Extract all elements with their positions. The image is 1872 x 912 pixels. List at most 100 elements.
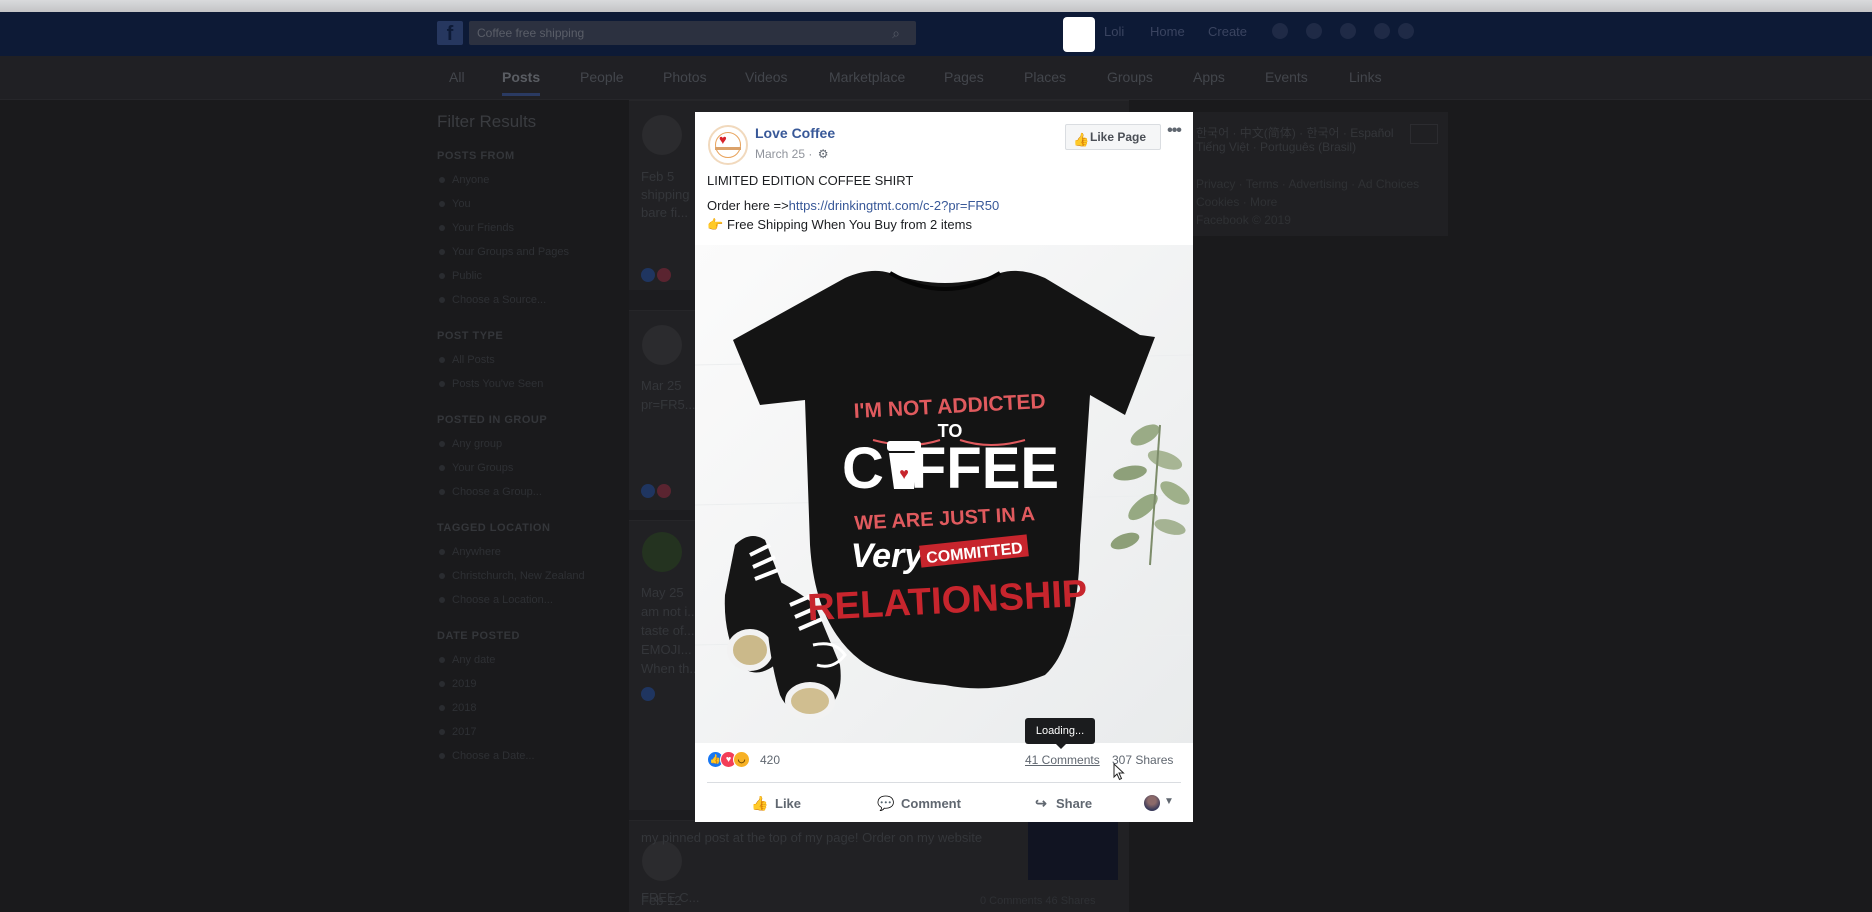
filter-option[interactable]: Any group xyxy=(437,434,627,458)
more-options-icon[interactable]: ••• xyxy=(1163,121,1185,141)
result-footer: 0 Comments 46 Shares xyxy=(980,895,1096,907)
post-text-body: Free Shipping When You Buy from 2 items xyxy=(727,217,972,232)
like-label: Like xyxy=(775,796,802,811)
tab-marketplace[interactable]: Marketplace xyxy=(829,69,905,85)
result-text: When th... xyxy=(641,661,701,676)
messenger-icon[interactable] xyxy=(1306,23,1322,39)
avatar[interactable]: ♥ xyxy=(708,125,748,165)
avatar xyxy=(642,532,682,572)
divider xyxy=(707,782,1181,783)
filter-group-posts-from: POSTS FROM Anyone You Your Friends Your … xyxy=(437,150,627,314)
thumbs-up-icon: 👍 xyxy=(1073,132,1090,147)
result-date: May 25 xyxy=(641,585,684,600)
filter-option[interactable]: Your Friends xyxy=(437,218,627,242)
loading-tooltip: Loading... xyxy=(1025,718,1095,749)
thumbs-up-icon: 👍 xyxy=(751,795,769,811)
tab-links[interactable]: Links xyxy=(1349,69,1382,85)
comments-count-link[interactable]: 41 Comments xyxy=(1025,753,1100,767)
search-icon[interactable]: ⌕ xyxy=(876,21,916,45)
filter-option[interactable]: You xyxy=(437,194,627,218)
avatar xyxy=(1144,795,1160,811)
like-button[interactable]: 👍 Like xyxy=(751,791,801,815)
tab-events[interactable]: Events xyxy=(1265,69,1308,85)
post-date[interactable]: March 25 · xyxy=(755,147,812,161)
filter-option[interactable]: Choose a Group... xyxy=(437,482,627,506)
video-thumbnail[interactable] xyxy=(1028,822,1118,880)
filter-option[interactable]: Your Groups and Pages xyxy=(437,242,627,266)
filter-option[interactable]: 2018 xyxy=(437,698,627,722)
avatar xyxy=(642,325,682,365)
reaction-as-selector[interactable]: ▼ xyxy=(1144,795,1178,811)
shirt-text-line3b: FFEE xyxy=(911,436,1059,501)
footer-link-line[interactable]: Cookies · More xyxy=(1196,193,1419,211)
browser-chrome-strip xyxy=(0,0,1872,12)
pointing-hand-icon: 👉 xyxy=(707,217,724,232)
page-name-link[interactable]: Love Coffee xyxy=(755,125,835,141)
tab-all[interactable]: All xyxy=(449,69,465,85)
like-page-button[interactable]: 👍 Like Page xyxy=(1065,124,1161,150)
result-text: taste of... xyxy=(641,623,695,638)
filter-option[interactable]: Choose a Location... xyxy=(437,590,627,614)
filter-option[interactable]: Public xyxy=(437,266,627,290)
shirt-text-line5: Very xyxy=(851,537,926,575)
filter-group-posted-in-group: POSTED IN GROUP Any group Your Groups Ch… xyxy=(437,414,627,506)
comment-button[interactable]: 💬 Comment xyxy=(877,791,961,815)
post-link[interactable]: https://drinkingtmt.com/c-2?pr=FR50 xyxy=(789,198,1000,213)
nav-create-link[interactable]: Create xyxy=(1208,24,1247,39)
share-label: Share xyxy=(1056,796,1093,811)
tab-places[interactable]: Places xyxy=(1024,69,1066,85)
result-reactions xyxy=(641,484,689,498)
friend-requests-icon[interactable] xyxy=(1272,23,1288,39)
reaction-count: 420 xyxy=(760,753,781,767)
account-menu-icon[interactable] xyxy=(1398,23,1414,39)
filter-option[interactable]: Choose a Date... xyxy=(437,746,627,770)
filter-option[interactable]: Choose a Source... xyxy=(437,290,627,314)
filter-results-panel: Filter Results POSTS FROM Anyone You You… xyxy=(437,112,627,786)
tab-posts[interactable]: Posts xyxy=(502,69,541,96)
filter-group-date-posted: DATE POSTED Any date 2019 2018 2017 Choo… xyxy=(437,630,627,770)
filter-option[interactable]: Anywhere xyxy=(437,542,627,566)
filter-option[interactable]: 2017 xyxy=(437,722,627,746)
result-text: EMOJI... xyxy=(641,642,692,657)
result-text: pr=FR5... xyxy=(641,397,696,412)
post-photo[interactable]: I'M NOT ADDICTED TO C ♥ FFEE WE ARE JUST… xyxy=(695,245,1193,743)
share-icon: ↪ xyxy=(1035,795,1047,811)
tab-videos[interactable]: Videos xyxy=(745,69,788,85)
nav-profile-link[interactable]: Loli xyxy=(1104,24,1124,39)
result-text: my pinned post at the top of my page! Or… xyxy=(641,830,983,845)
language-list[interactable]: Tiếng Việt · Português (Brasil) xyxy=(1196,140,1356,154)
tab-groups[interactable]: Groups xyxy=(1107,69,1153,85)
footer-copyright: Facebook © 2019 xyxy=(1196,213,1291,227)
post-text-prefix: Order here => xyxy=(707,198,789,213)
language-list[interactable]: 한국어 · 中文(简体) · 한국어 · Español xyxy=(1196,124,1394,141)
filter-option[interactable]: 2019 xyxy=(437,674,627,698)
filter-option[interactable]: Christchurch, New Zealand xyxy=(437,566,627,590)
filter-option[interactable]: Your Groups xyxy=(437,458,627,482)
filter-option[interactable]: All Posts xyxy=(437,350,627,374)
result-reactions xyxy=(641,268,689,282)
notifications-icon[interactable] xyxy=(1340,23,1356,39)
tab-people[interactable]: People xyxy=(580,69,624,85)
post-timestamp[interactable]: March 25 · ⚙ xyxy=(755,147,828,161)
result-text: shipping xyxy=(641,187,690,202)
filter-option[interactable]: Any date xyxy=(437,650,627,674)
tab-photos[interactable]: Photos xyxy=(663,69,707,85)
tab-pages[interactable]: Pages xyxy=(944,69,984,85)
result-date: Feb 5 xyxy=(641,169,675,184)
comment-icon: 💬 xyxy=(877,795,895,811)
help-icon[interactable] xyxy=(1374,23,1390,39)
result-text: am not i... xyxy=(641,604,699,619)
nav-home-link[interactable]: Home xyxy=(1150,24,1185,39)
add-language-button[interactable] xyxy=(1410,124,1438,144)
filter-group-tagged-location: TAGGED LOCATION Anywhere Christchurch, N… xyxy=(437,522,627,614)
heart-icon: ♥ xyxy=(899,466,909,483)
filter-option[interactable]: Posts You've Seen xyxy=(437,374,627,398)
facebook-logo-icon[interactable]: f xyxy=(437,21,463,45)
filter-option[interactable]: Anyone xyxy=(437,170,627,194)
share-button[interactable]: ↪ Share xyxy=(1032,791,1092,815)
filter-group-heading: POST TYPE xyxy=(437,330,504,342)
heart-icon: ♥ xyxy=(719,132,727,147)
footer-link-line[interactable]: Privacy · Terms · Advertising · Ad Choic… xyxy=(1196,175,1419,193)
tab-apps[interactable]: Apps xyxy=(1193,69,1225,85)
search-input[interactable] xyxy=(477,25,857,41)
